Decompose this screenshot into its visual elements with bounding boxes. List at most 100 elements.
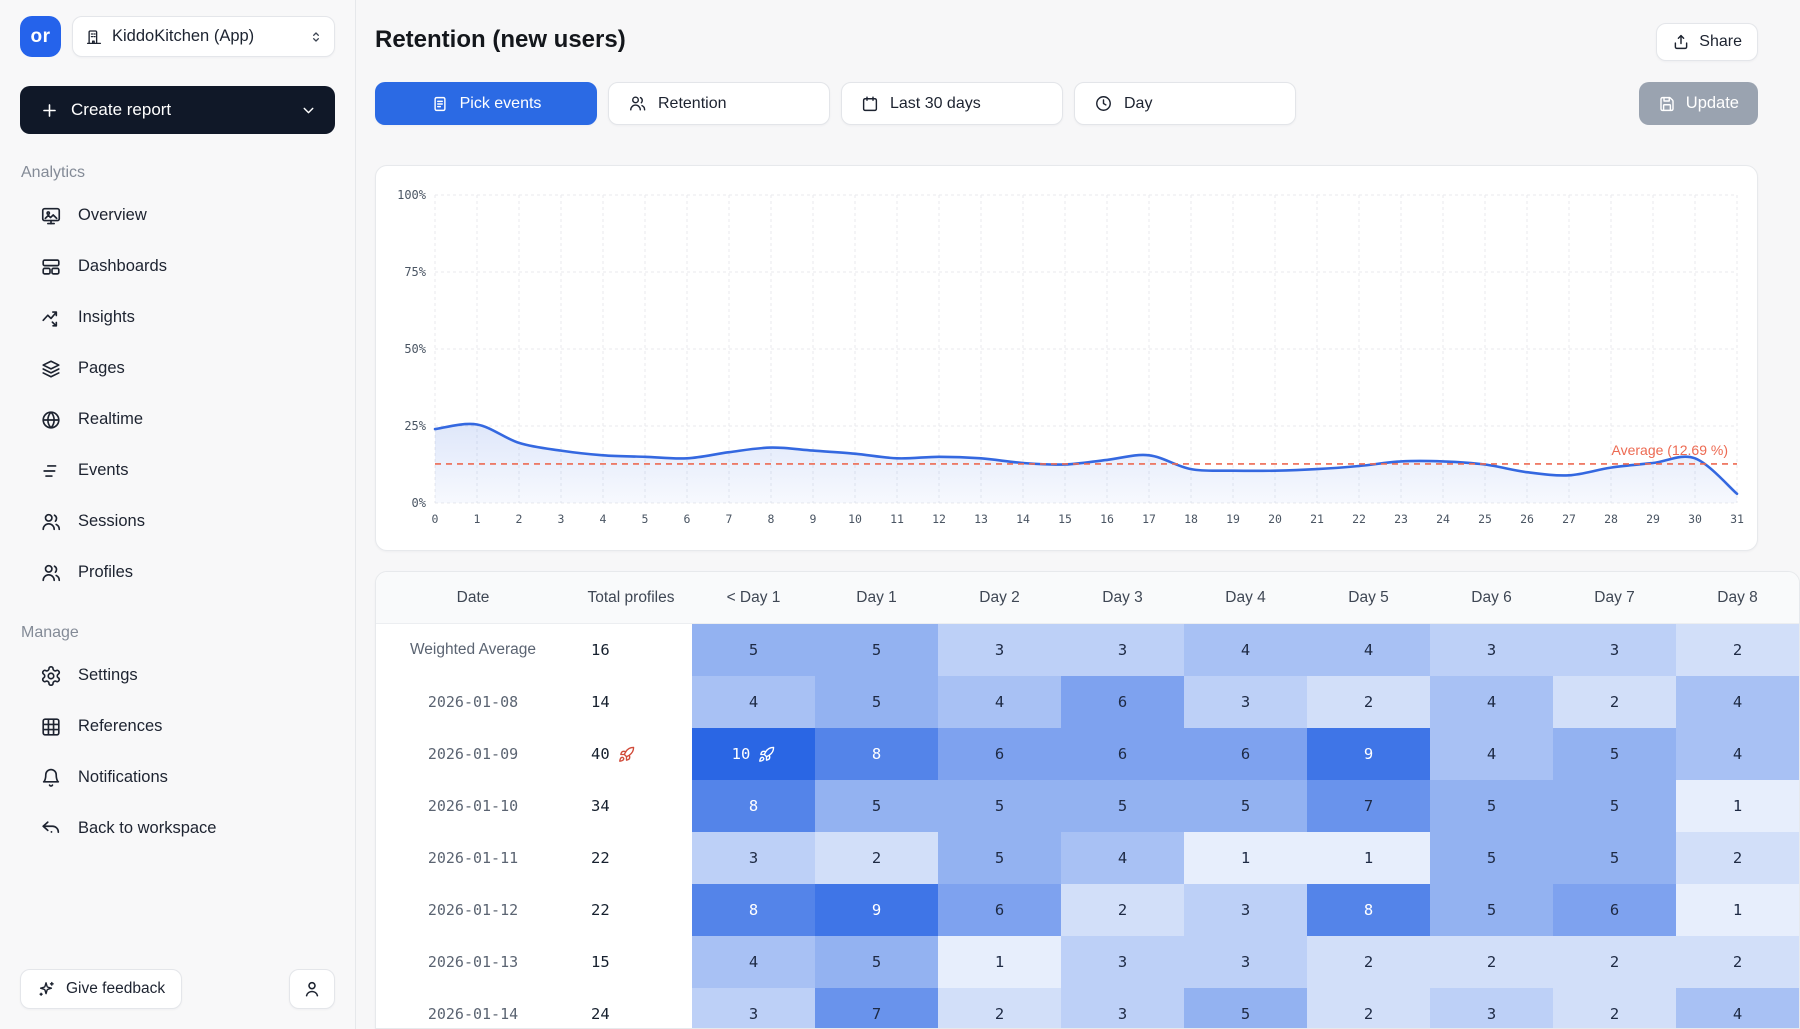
retention-heat-cell[interactable]: 3 <box>1553 624 1676 676</box>
table-header-cell[interactable]: Total profiles <box>570 572 692 624</box>
retention-heat-cell[interactable]: 5 <box>815 676 938 728</box>
retention-heat-cell[interactable]: 3 <box>938 624 1061 676</box>
sidebar-item-notifications[interactable]: Notifications <box>20 752 335 803</box>
retention-heat-cell[interactable]: 4 <box>1430 676 1553 728</box>
retention-heat-cell[interactable]: 5 <box>1184 988 1307 1029</box>
retention-heat-cell[interactable]: 3 <box>1184 936 1307 988</box>
retention-heat-cell[interactable]: 5 <box>1553 728 1676 780</box>
retention-heat-cell[interactable]: 3 <box>1184 884 1307 936</box>
sidebar-item-dashboards[interactable]: Dashboards <box>20 241 335 292</box>
user-account-button[interactable] <box>289 969 335 1009</box>
app-logo[interactable]: or <box>20 16 61 57</box>
retention-heat-cell[interactable]: 8 <box>815 728 938 780</box>
retention-heat-cell[interactable]: 3 <box>1430 988 1553 1029</box>
retention-heat-cell[interactable]: 6 <box>938 728 1061 780</box>
retention-heat-cell[interactable]: 4 <box>692 936 815 988</box>
retention-heat-cell[interactable]: 3 <box>692 988 815 1029</box>
retention-heat-cell[interactable]: 3 <box>1061 988 1184 1029</box>
retention-heat-cell[interactable]: 1 <box>938 936 1061 988</box>
sidebar-item-events[interactable]: Events <box>20 445 335 496</box>
project-selector[interactable]: KiddoKitchen (App) <box>72 16 335 57</box>
sidebar-item-overview[interactable]: Overview <box>20 190 335 241</box>
retention-heat-cell[interactable]: 8 <box>692 780 815 832</box>
retention-heat-cell[interactable]: 7 <box>815 988 938 1029</box>
table-header-cell[interactable]: Day 1 <box>815 572 938 624</box>
retention-heat-cell[interactable]: 1 <box>1676 780 1799 832</box>
table-header-cell[interactable]: Day 2 <box>938 572 1061 624</box>
retention-heat-cell[interactable]: 2 <box>1676 936 1799 988</box>
retention-heat-cell[interactable]: 2 <box>1553 988 1676 1029</box>
retention-heat-cell[interactable]: 4 <box>938 676 1061 728</box>
sidebar-item-references[interactable]: References <box>20 701 335 752</box>
retention-heat-cell[interactable]: 4 <box>1430 728 1553 780</box>
retention-heat-cell[interactable]: 8 <box>692 884 815 936</box>
retention-heat-cell[interactable]: 9 <box>1307 728 1430 780</box>
retention-heat-cell[interactable]: 9 <box>815 884 938 936</box>
retention-heat-cell[interactable]: 4 <box>1676 988 1799 1029</box>
table-header-cell[interactable]: < Day 1 <box>692 572 815 624</box>
retention-heat-cell[interactable]: 6 <box>1184 728 1307 780</box>
retention-heat-cell[interactable]: 5 <box>1430 832 1553 884</box>
retention-heat-cell[interactable]: 4 <box>1307 624 1430 676</box>
retention-heat-cell[interactable]: 5 <box>1184 780 1307 832</box>
granularity-button[interactable]: Day <box>1074 82 1296 125</box>
date-range-button[interactable]: Last 30 days <box>841 82 1063 125</box>
retention-heat-cell[interactable]: 5 <box>815 936 938 988</box>
table-header-cell[interactable]: Day 3 <box>1061 572 1184 624</box>
table-header-cell[interactable]: Day 7 <box>1553 572 1676 624</box>
retention-heat-cell[interactable]: 4 <box>1184 624 1307 676</box>
retention-heat-cell[interactable]: 1 <box>1307 832 1430 884</box>
retention-heat-cell[interactable]: 5 <box>1553 780 1676 832</box>
retention-heat-cell[interactable]: 2 <box>1307 936 1430 988</box>
update-button[interactable]: Update <box>1639 82 1758 125</box>
retention-heat-cell[interactable]: 2 <box>1307 676 1430 728</box>
retention-heat-cell[interactable]: 5 <box>1430 884 1553 936</box>
retention-heat-cell[interactable]: 2 <box>1307 988 1430 1029</box>
retention-heat-cell[interactable]: 6 <box>1061 728 1184 780</box>
retention-heat-cell[interactable]: 8 <box>1307 884 1430 936</box>
retention-heat-cell[interactable]: 5 <box>1061 780 1184 832</box>
retention-heat-cell[interactable]: 1 <box>1676 884 1799 936</box>
sidebar-item-settings[interactable]: Settings <box>20 650 335 701</box>
give-feedback-button[interactable]: Give feedback <box>20 969 182 1009</box>
retention-heat-cell[interactable]: 5 <box>938 780 1061 832</box>
retention-heat-cell[interactable]: 3 <box>1184 676 1307 728</box>
create-report-button[interactable]: Create report <box>20 86 335 134</box>
retention-heat-cell[interactable]: 10 <box>692 728 815 780</box>
retention-heat-cell[interactable]: 5 <box>1430 780 1553 832</box>
retention-heat-cell[interactable]: 2 <box>1553 936 1676 988</box>
retention-heat-cell[interactable]: 2 <box>815 832 938 884</box>
table-header-cell[interactable]: Day 4 <box>1184 572 1307 624</box>
retention-heat-cell[interactable]: 1 <box>1184 832 1307 884</box>
retention-heat-cell[interactable]: 4 <box>1676 676 1799 728</box>
retention-heat-cell[interactable]: 4 <box>1676 728 1799 780</box>
pick-events-button[interactable]: Pick events <box>375 82 597 125</box>
retention-heat-cell[interactable]: 4 <box>1061 832 1184 884</box>
sidebar-item-profiles[interactable]: Profiles <box>20 547 335 598</box>
retention-heat-cell[interactable]: 3 <box>692 832 815 884</box>
sidebar-item-insights[interactable]: Insights <box>20 292 335 343</box>
retention-heat-cell[interactable]: 7 <box>1307 780 1430 832</box>
retention-heat-cell[interactable]: 3 <box>1061 936 1184 988</box>
retention-heat-cell[interactable]: 5 <box>692 624 815 676</box>
retention-heat-cell[interactable]: 5 <box>1553 832 1676 884</box>
sidebar-item-pages[interactable]: Pages <box>20 343 335 394</box>
retention-heat-cell[interactable]: 6 <box>938 884 1061 936</box>
table-header-cell[interactable]: Date <box>376 572 570 624</box>
retention-chart[interactable]: 0%25%50%75%100%0123456789101112131415161… <box>375 165 1758 551</box>
retention-filter-button[interactable]: Retention <box>608 82 830 125</box>
retention-heat-cell[interactable]: 4 <box>692 676 815 728</box>
retention-heat-cell[interactable]: 6 <box>1553 884 1676 936</box>
retention-heat-cell[interactable]: 2 <box>1430 936 1553 988</box>
table-header-cell[interactable]: Day 5 <box>1307 572 1430 624</box>
sidebar-item-sessions[interactable]: Sessions <box>20 496 335 547</box>
retention-heat-cell[interactable]: 6 <box>1061 676 1184 728</box>
retention-heat-cell[interactable]: 5 <box>938 832 1061 884</box>
table-header-cell[interactable]: Day 8 <box>1676 572 1799 624</box>
retention-heat-cell[interactable]: 5 <box>815 624 938 676</box>
retention-heat-cell[interactable]: 2 <box>1676 624 1799 676</box>
retention-heat-cell[interactable]: 3 <box>1430 624 1553 676</box>
retention-heat-cell[interactable]: 2 <box>1061 884 1184 936</box>
sidebar-item-realtime[interactable]: Realtime <box>20 394 335 445</box>
retention-heat-cell[interactable]: 5 <box>815 780 938 832</box>
